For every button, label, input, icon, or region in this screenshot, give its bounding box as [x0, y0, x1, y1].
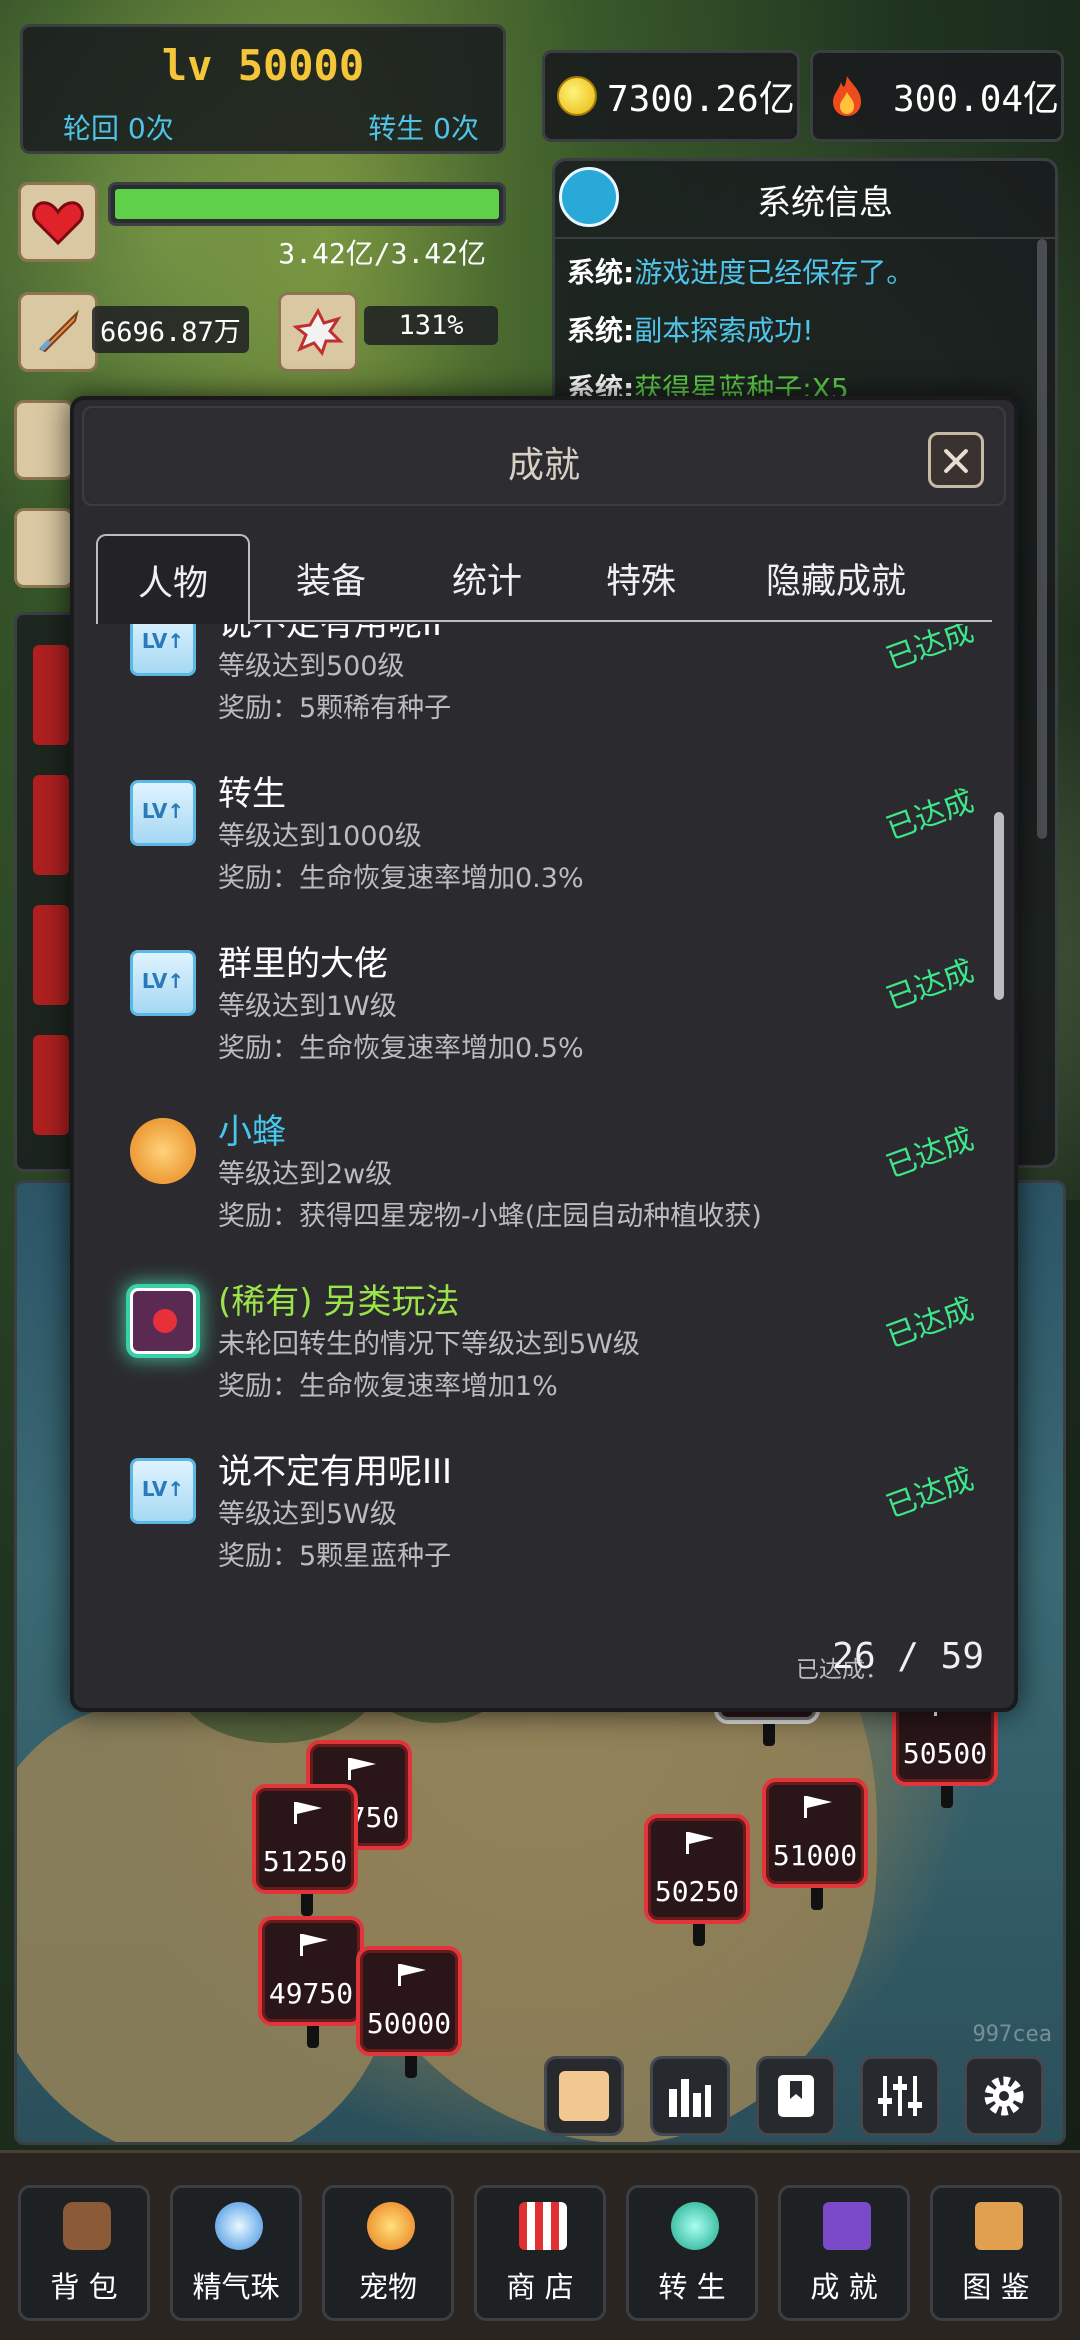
crit-value: 131% — [364, 306, 498, 345]
nav-pets[interactable]: 宠物 — [322, 2185, 454, 2321]
gold-currency: 7300.26亿 — [542, 50, 800, 142]
attack-value: 6696.87万 — [92, 306, 249, 353]
tab-equipment[interactable]: 装备 — [256, 534, 406, 622]
rebirth-orb-icon — [671, 2202, 719, 2250]
stage-marker[interactable]: 51250 — [252, 1784, 358, 1916]
side-skill-item[interactable] — [33, 1035, 69, 1135]
bookmark-icon — [778, 2075, 814, 2117]
rare-achievement-icon — [130, 1288, 196, 1354]
skill-card-1[interactable] — [14, 400, 74, 480]
nav-codex[interactable]: 图 鉴 — [930, 2185, 1062, 2321]
achieved-status: 已达成 — [881, 783, 979, 848]
achievement-book-icon — [823, 2202, 871, 2250]
nav-rebirth[interactable]: 转 生 — [626, 2185, 758, 2321]
achievement-item: 小蜂 等级达到2w级 奖励：获得四星宠物-小蜂(庄园自动种植收获) 已达成 — [84, 1082, 990, 1252]
achievement-item: 说不定有用呢III 等级达到5W级 奖励：5颗星蓝种子 已达成 — [84, 1422, 990, 1592]
achieved-status: 已达成 — [881, 953, 979, 1018]
achievement-tabs: 人物 装备 统计 特殊 隐藏成就 — [96, 534, 992, 624]
reincarnation-count: 轮回 0次 — [63, 112, 174, 145]
level-up-icon — [130, 950, 196, 1016]
player-level: lv 50000 — [161, 41, 365, 90]
hp-bar — [108, 182, 506, 226]
system-info-scrollbar[interactable] — [1037, 239, 1047, 839]
nav-backpack[interactable]: 背 包 — [18, 2185, 150, 2321]
sliders-icon — [878, 2076, 922, 2116]
nav-achievements[interactable]: 成 就 — [778, 2185, 910, 2321]
hp-text: 3.42亿/3.42亿 — [278, 237, 486, 270]
modal-title: 成就 — [507, 445, 580, 486]
achievement-item: 群里的大佬 等级达到1W级 奖励：生命恢复速率增加0.5% 已达成 — [84, 914, 990, 1084]
hp-heart-icon — [18, 182, 98, 262]
crit-icon — [278, 292, 358, 372]
fire-currency: 300.04亿 — [810, 50, 1064, 142]
gold-amount: 7300.26亿 — [607, 79, 795, 120]
gold-coin-icon — [557, 76, 597, 116]
spirit-orb-icon — [215, 2202, 263, 2250]
bookmark-button[interactable] — [756, 2056, 836, 2136]
tab-hidden-achievements[interactable]: 隐藏成就 — [722, 534, 950, 622]
system-info-header: 系统信息 — [555, 161, 1055, 239]
achievement-modal: 成就 人物 装备 统计 特殊 隐藏成就 说不定有用呢II 等级达到500级 奖励… — [70, 396, 1018, 1712]
hp-bar-fill — [115, 189, 499, 219]
stage-marker[interactable]: 51000 — [762, 1778, 868, 1910]
achievement-item: (稀有) 另类玩法 未轮回转生的情况下等级达到5W级 奖励：生命恢复速率增加1%… — [84, 1252, 990, 1422]
flame-icon — [833, 76, 861, 116]
fire-amount: 300.04亿 — [893, 79, 1060, 120]
pet-bee-icon — [130, 1118, 196, 1184]
achievement-item: 转生 等级达到1000级 奖励：生命恢复速率增加0.3% 已达成 — [84, 744, 990, 914]
settings-sliders-button[interactable] — [860, 2056, 940, 2136]
stage-marker[interactable]: 50250 — [644, 1814, 750, 1946]
system-info-title: 系统信息 — [757, 183, 893, 223]
tab-special[interactable]: 特殊 — [566, 534, 716, 622]
watermark-text: 997cea — [972, 2022, 1052, 2047]
achievement-item: 说不定有用呢II 等级达到500级 奖励：5颗稀有种子 已达成 — [84, 624, 990, 744]
character-portrait-button[interactable] — [544, 2056, 624, 2136]
level-panel: lv 50000 轮回 0次 转生 0次 — [20, 24, 506, 154]
side-skill-item[interactable] — [33, 775, 69, 875]
achievement-list-scrollbar[interactable] — [994, 812, 1004, 1000]
level-up-icon — [130, 780, 196, 846]
skill-card-2[interactable] — [14, 508, 74, 588]
codex-scroll-icon — [975, 2202, 1023, 2250]
stage-marker[interactable]: 50000 — [356, 1946, 462, 2078]
achievement-list[interactable]: 说不定有用呢II 等级达到500级 奖励：5颗稀有种子 已达成 转生 等级达到1… — [84, 624, 990, 1624]
nav-spirit-orb[interactable]: 精气珠 — [170, 2185, 302, 2321]
system-message: 系统:游戏进度已经保存了。 — [567, 256, 915, 289]
bottom-nav: 背 包 精气珠 宠物 商 店 转 生 成 就 图 鉴 — [0, 2150, 1080, 2340]
backpack-icon — [63, 2202, 111, 2250]
achieved-status: 已达成 — [881, 1461, 979, 1526]
close-button[interactable] — [928, 432, 984, 488]
side-skill-item[interactable] — [33, 905, 69, 1005]
tab-character[interactable]: 人物 — [96, 534, 250, 624]
stats-button[interactable] — [650, 2056, 730, 2136]
level-up-icon — [130, 624, 196, 676]
tab-statistics[interactable]: 统计 — [412, 534, 562, 622]
progress-value: 26 / 59 — [832, 1636, 984, 1677]
system-message: 系统:副本探索成功! — [567, 314, 814, 347]
pet-icon — [367, 2202, 415, 2250]
bar-chart-icon — [669, 2079, 711, 2117]
achieved-status: 已达成 — [881, 624, 979, 678]
side-skill-item[interactable] — [33, 645, 69, 745]
sword-icon — [18, 292, 98, 372]
portrait-icon — [559, 2071, 609, 2121]
gear-icon — [984, 2076, 1024, 2116]
achieved-status: 已达成 — [881, 1291, 979, 1356]
nav-shop[interactable]: 商 店 — [474, 2185, 606, 2321]
stage-marker[interactable]: 49750 — [258, 1916, 364, 2048]
achieved-status: 已达成 — [881, 1121, 979, 1186]
modal-header: 成就 — [82, 406, 1006, 506]
level-up-icon — [130, 1458, 196, 1524]
rebirth-count: 转生 0次 — [368, 112, 479, 145]
shop-icon — [519, 2202, 567, 2250]
settings-button[interactable] — [964, 2056, 1044, 2136]
